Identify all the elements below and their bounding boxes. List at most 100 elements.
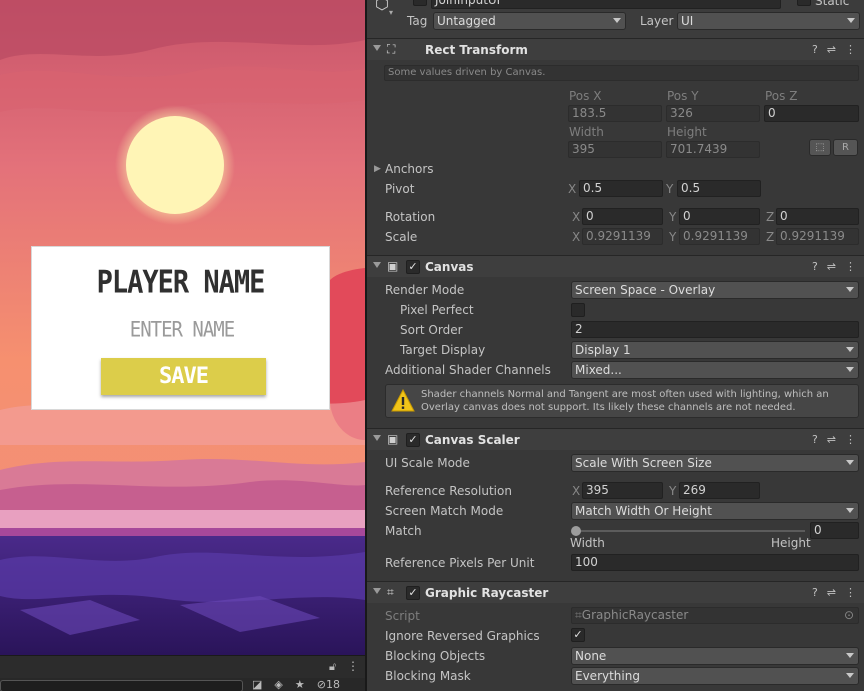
chevron-down-icon [847, 18, 855, 23]
height-field[interactable]: 701.7439 [666, 141, 760, 158]
ignore-reversed-label: Ignore Reversed Graphics [385, 629, 540, 643]
tag-dropdown[interactable]: Untagged [433, 12, 626, 30]
canvas-enabled-checkbox[interactable]: ✓ [406, 260, 420, 274]
component-header-icons: ? ⇌ ⋮ [803, 433, 856, 446]
help-icon[interactable]: ? [812, 43, 818, 56]
screen-match-mode-label: Screen Match Mode [385, 504, 504, 518]
more-options-icon[interactable]: ⋮ [845, 43, 856, 56]
chevron-down-icon [846, 673, 854, 678]
layer-dropdown[interactable]: UI [677, 12, 860, 30]
pivot-x-field[interactable]: 0.5 [579, 180, 663, 197]
target-display-dropdown[interactable]: Display 1 [571, 341, 859, 359]
presets-icon[interactable]: ⇌ [827, 260, 836, 273]
render-mode-value: Screen Space - Overlay [575, 283, 716, 297]
foldout-arrow-icon[interactable] [373, 435, 381, 441]
label-icon[interactable]: ◈ [274, 678, 282, 691]
presets-icon[interactable]: ⇌ [827, 586, 836, 599]
driven-note: Some values driven by Canvas. [384, 65, 859, 81]
rect-transform-header[interactable]: ⛶ Rect Transform ? ⇌ ⋮ [367, 38, 864, 60]
hidden-layers-icon[interactable]: ⊘18 [317, 678, 352, 691]
anchors-foldout-icon[interactable]: ▶ [374, 164, 381, 174]
rotation-z-field[interactable]: 0 [776, 208, 859, 225]
pixel-perfect-checkbox[interactable] [571, 303, 585, 317]
component-header-icons: ? ⇌ ⋮ [803, 586, 856, 599]
render-mode-label: Render Mode [385, 283, 465, 297]
pos-y-field[interactable]: 326 [666, 105, 760, 122]
raw-edit-button[interactable]: R [833, 139, 858, 156]
canvas-scaler-icon: ▣ [387, 432, 399, 446]
rotation-x-letter: X [572, 210, 581, 224]
active-checkbox[interactable] [413, 0, 427, 6]
player-name-input[interactable]: ENTER NAME [92, 316, 272, 345]
more-options-icon[interactable]: ⋮ [347, 659, 359, 673]
component-header-icons: ? ⇌ ⋮ [803, 43, 856, 56]
scale-x-field[interactable]: 0.9291139 [582, 228, 663, 245]
ppu-field[interactable]: 100 [571, 554, 859, 571]
match-slider-handle[interactable] [571, 526, 581, 536]
reference-x-field[interactable]: 395 [582, 482, 663, 499]
pivot-y-field[interactable]: 0.5 [677, 180, 761, 197]
script-field[interactable]: ⌗GraphicRaycaster ⊙ [571, 607, 859, 624]
presets-icon[interactable]: ⇌ [827, 43, 836, 56]
project-search-input[interactable] [0, 680, 243, 691]
sort-order-field[interactable]: 2 [571, 321, 859, 338]
object-name-field[interactable]: JoinInputUI [431, 0, 781, 9]
canvas-title: Canvas [425, 260, 474, 274]
match-value-field[interactable]: 0 [810, 522, 859, 539]
blocking-mask-dropdown[interactable]: Everything [571, 667, 859, 685]
ui-scale-mode-label: UI Scale Mode [385, 456, 470, 470]
blueprint-mode-button[interactable]: ⬚ [809, 139, 831, 156]
chevron-down-icon [846, 347, 854, 352]
rotation-x-field[interactable]: 0 [582, 208, 663, 225]
render-mode-dropdown[interactable]: Screen Space - Overlay [571, 281, 859, 299]
chevron-down-icon [846, 287, 854, 292]
foldout-arrow-icon[interactable] [373, 45, 381, 51]
width-field[interactable]: 395 [568, 141, 662, 158]
shader-channels-label: Additional Shader Channels [385, 363, 551, 377]
static-checkbox[interactable] [797, 0, 811, 6]
ui-scale-mode-dropdown[interactable]: Scale With Screen Size [571, 454, 859, 472]
graphic-raycaster-icon: ⌗ [387, 585, 394, 599]
presets-icon[interactable]: ⇌ [827, 433, 836, 446]
foldout-arrow-icon[interactable] [373, 588, 381, 594]
blocking-objects-value: None [575, 649, 607, 663]
scale-z-letter: Z [766, 230, 775, 244]
help-icon[interactable]: ? [812, 260, 818, 273]
graphic-raycaster-enabled-checkbox[interactable]: ✓ [406, 586, 420, 600]
scale-z-field[interactable]: 0.9291139 [776, 228, 859, 245]
canvas-header[interactable]: ▣ ✓ Canvas ? ⇌ ⋮ [367, 255, 864, 277]
pos-y-label: Pos Y [667, 89, 699, 103]
rect-transform-icon: ⛶ [387, 42, 396, 56]
blocking-objects-dropdown[interactable]: None [571, 647, 859, 665]
footer-icons: ◪ ◈ ★ ⊘18 [252, 678, 364, 691]
filter-type-icon[interactable]: ◪ [252, 678, 262, 691]
reference-y-field[interactable]: 269 [679, 482, 760, 499]
more-options-icon[interactable]: ⋮ [845, 260, 856, 273]
help-icon[interactable]: ? [812, 586, 818, 599]
rotation-y-field[interactable]: 0 [679, 208, 760, 225]
scale-y-field[interactable]: 0.9291139 [679, 228, 760, 245]
player-name-title: PLAYER NAME [96, 264, 266, 301]
ignore-reversed-checkbox[interactable]: ✓ [571, 628, 585, 642]
ref-y-letter: Y [669, 484, 677, 498]
help-icon[interactable]: ? [812, 433, 818, 446]
foldout-arrow-icon[interactable] [373, 262, 381, 268]
script-label: Script [385, 609, 420, 623]
shader-channels-dropdown[interactable]: Mixed... [571, 361, 859, 379]
more-options-icon[interactable]: ⋮ [845, 433, 856, 446]
object-picker-icon[interactable]: ⊙ [844, 608, 854, 623]
canvas-scaler-header[interactable]: ▣ ✓ Canvas Scaler ? ⇌ ⋮ [367, 428, 864, 450]
match-slider-track[interactable] [575, 530, 805, 532]
graphic-raycaster-header[interactable]: ⌗ ✓ Graphic Raycaster ? ⇌ ⋮ [367, 581, 864, 603]
icon-dropdown-arrow-icon[interactable]: ▾ [389, 8, 393, 17]
pixel-perfect-label: Pixel Perfect [400, 303, 474, 317]
lock-icon[interactable]: 🔓︎ [329, 660, 336, 674]
canvas-scaler-enabled-checkbox[interactable]: ✓ [406, 433, 420, 447]
save-button[interactable]: SAVE [101, 358, 266, 395]
more-options-icon[interactable]: ⋮ [845, 586, 856, 599]
sun [126, 116, 224, 214]
pos-x-field[interactable]: 183.5 [568, 105, 662, 122]
star-icon[interactable]: ★ [295, 678, 305, 691]
pos-z-field[interactable]: 0 [764, 105, 859, 122]
screen-match-mode-dropdown[interactable]: Match Width Or Height [571, 502, 859, 520]
